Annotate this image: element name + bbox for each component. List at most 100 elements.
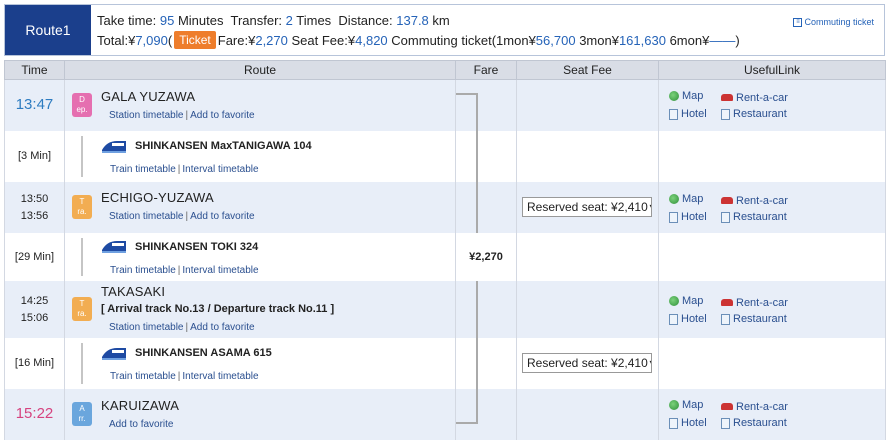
train-name[interactable]: SHINKANSEN ASAMA 615	[135, 347, 272, 359]
commuting-ticket-link[interactable]: ≡ Commuting ticket	[793, 17, 874, 27]
add-to-favorite-link[interactable]: Add to favorite	[190, 211, 254, 222]
map-link[interactable]: Map	[669, 191, 721, 207]
useful-links: Map Rent-a-car Hotel Restaurant	[669, 191, 788, 228]
station-name[interactable]: KARUIZAWA	[101, 398, 179, 413]
rent-a-car-link[interactable]: Rent-a-car	[721, 295, 788, 311]
commuting-1mon-value: 56,700	[535, 32, 576, 48]
hotel-link[interactable]: Hotel	[669, 415, 721, 431]
route-badge[interactable]: Route1	[5, 5, 91, 55]
car-icon	[721, 94, 733, 101]
train-row: [3 Min] SHINKANSEN MaxTANIGAWA 104 Train…	[4, 131, 886, 182]
interval-timetable-link[interactable]: Interval timetable	[182, 164, 258, 175]
commuting-3mon-value: 161,630	[618, 32, 666, 48]
total-value: 7,090	[135, 32, 168, 48]
useful-links: Map Rent-a-car Hotel Restaurant	[669, 293, 788, 330]
route-line	[81, 136, 83, 177]
station-row: 14:25 15:06 Tra. TAKASAKI [ Arrival track…	[4, 281, 886, 338]
station-timetable-link[interactable]: Station timetable	[109, 110, 184, 121]
fare-amount: ¥2,270	[455, 233, 517, 281]
station-timetable-link[interactable]: Station timetable	[109, 322, 184, 333]
summary-line-2: Total:¥ 7,090 ( Ticket Fare:¥ 2,270 Seat…	[97, 31, 740, 49]
arrival-icon: Arr.	[72, 402, 92, 426]
commuting-ticket-icon: ≡	[793, 17, 803, 27]
shinkansen-icon	[102, 141, 126, 153]
ticket-button[interactable]: Ticket	[174, 31, 216, 49]
departure-icon: Dep.	[72, 93, 92, 117]
restaurant-link[interactable]: Restaurant	[721, 311, 787, 327]
seat-fee-select[interactable]: Reserved seat: ¥2,410▼	[522, 353, 652, 373]
train-row: [16 Min] SHINKANSEN ASAMA 615 Train time…	[4, 338, 886, 389]
add-to-favorite-link[interactable]: Add to favorite	[190, 322, 254, 333]
restaurant-icon	[721, 313, 730, 325]
car-icon	[721, 403, 733, 410]
train-timetable-link[interactable]: Train timetable	[110, 371, 176, 382]
car-icon	[721, 197, 733, 204]
fare-bracket	[456, 422, 478, 424]
car-icon	[721, 299, 733, 306]
station-timetable-link[interactable]: Station timetable	[109, 211, 184, 222]
restaurant-icon	[721, 108, 730, 120]
restaurant-icon	[721, 211, 730, 223]
train-duration: [3 Min]	[4, 131, 65, 182]
map-link[interactable]: Map	[669, 293, 721, 309]
train-duration: [29 Min]	[4, 233, 65, 281]
restaurant-link[interactable]: Restaurant	[721, 106, 787, 122]
map-link[interactable]: Map	[669, 397, 721, 413]
interval-timetable-link[interactable]: Interval timetable	[182, 265, 258, 276]
station-row: 13:50 13:56 Tra. ECHIGO-YUZAWA Station ti…	[4, 182, 886, 233]
transfer-value: 2	[285, 13, 293, 28]
rent-a-car-link[interactable]: Rent-a-car	[721, 90, 788, 106]
map-link[interactable]: Map	[669, 88, 721, 104]
train-timetable-link[interactable]: Train timetable	[110, 164, 176, 175]
route-line	[81, 343, 83, 384]
useful-links: Map Rent-a-car Hotel Restaurant	[669, 88, 788, 125]
route-line	[81, 238, 83, 276]
arrival-time: 14:25	[20, 294, 49, 307]
fare-bracket	[456, 93, 478, 95]
globe-icon	[669, 91, 679, 101]
seat-fee-value: 4,820	[355, 32, 388, 48]
hotel-link[interactable]: Hotel	[669, 106, 721, 122]
train-timetable-link[interactable]: Train timetable	[110, 265, 176, 276]
train-name[interactable]: SHINKANSEN TOKI 324	[135, 241, 258, 253]
useful-links: Map Rent-a-car Hotel Restaurant	[669, 397, 788, 434]
add-to-favorite-link[interactable]: Add to favorite	[190, 110, 254, 121]
shinkansen-icon	[102, 241, 126, 253]
train-row: [29 Min] SHINKANSEN TOKI 324 Train timet…	[4, 233, 886, 281]
fare-value: 2,270	[255, 32, 288, 48]
station-row: 15:22 Arr. KARUIZAWA Add to favorite Map…	[4, 389, 886, 440]
track-info: [ Arrival track No.13 / Departure track …	[101, 303, 335, 315]
col-useful-link: UsefulLink	[658, 60, 886, 80]
rent-a-car-link[interactable]: Rent-a-car	[721, 399, 788, 415]
hotel-link[interactable]: Hotel	[669, 209, 721, 225]
train-duration: [16 Min]	[4, 338, 65, 389]
route-table: Time Route Fare Seat Fee UsefulLink 13:4…	[4, 60, 886, 440]
globe-icon	[669, 194, 679, 204]
transfer-icon: Tra.	[72, 297, 92, 321]
col-time: Time	[4, 60, 65, 80]
train-name[interactable]: SHINKANSEN MaxTANIGAWA 104	[135, 140, 312, 152]
station-name[interactable]: GALA YUZAWA	[101, 89, 195, 104]
distance-value: 137.8	[396, 13, 429, 28]
station-name[interactable]: TAKASAKI	[101, 284, 165, 299]
summary-line-1: Take time: 95 Minutes Transfer: 2 Times …	[97, 13, 450, 28]
interval-timetable-link[interactable]: Interval timetable	[182, 371, 258, 382]
transfer-icon: Tra.	[72, 195, 92, 219]
hotel-link[interactable]: Hotel	[669, 311, 721, 327]
departure-time: 15:06	[20, 311, 49, 324]
chevron-down-icon: ▼	[648, 358, 651, 368]
restaurant-link[interactable]: Restaurant	[721, 209, 787, 225]
station-name[interactable]: ECHIGO-YUZAWA	[101, 190, 214, 205]
seat-fee-select[interactable]: Reserved seat: ¥2,410▼	[522, 197, 652, 217]
restaurant-link[interactable]: Restaurant	[721, 415, 787, 431]
commuting-6mon-value: ——	[709, 32, 736, 48]
col-seat-fee: Seat Fee	[516, 60, 659, 80]
rent-a-car-link[interactable]: Rent-a-car	[721, 193, 788, 209]
add-to-favorite-link[interactable]: Add to favorite	[109, 419, 173, 430]
arrival-time: 15:22	[15, 405, 54, 422]
shinkansen-icon	[102, 348, 126, 360]
hotel-icon	[669, 313, 678, 325]
hotel-icon	[669, 211, 678, 223]
globe-icon	[669, 400, 679, 410]
take-time-value: 95	[159, 13, 175, 28]
